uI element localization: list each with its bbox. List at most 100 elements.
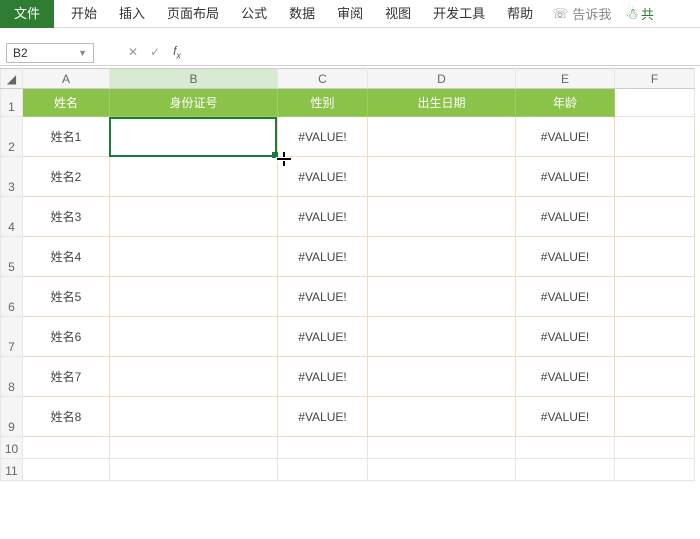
cell[interactable] [615, 237, 695, 277]
cancel-icon[interactable]: ✕ [122, 45, 144, 59]
row-header[interactable]: 11 [1, 459, 23, 481]
row-header[interactable]: 9 [1, 397, 23, 437]
cell[interactable] [368, 197, 516, 237]
cell[interactable] [368, 117, 516, 157]
tab-insert[interactable]: 插入 [108, 0, 156, 28]
cell[interactable]: #VALUE! [278, 157, 368, 197]
cell[interactable] [110, 357, 278, 397]
row-header[interactable]: 6 [1, 277, 23, 317]
cell[interactable]: #VALUE! [516, 197, 615, 237]
cell[interactable]: 姓名5 [23, 277, 110, 317]
cell[interactable]: #VALUE! [516, 397, 615, 437]
row-header[interactable]: 2 [1, 117, 23, 157]
cell[interactable] [615, 157, 695, 197]
cell[interactable]: #VALUE! [278, 317, 368, 357]
cell[interactable]: #VALUE! [516, 157, 615, 197]
row-header[interactable]: 3 [1, 157, 23, 197]
tell-me-label[interactable]: 告诉我 [572, 4, 611, 23]
cell[interactable]: #VALUE! [278, 117, 368, 157]
row-header[interactable]: 1 [1, 89, 23, 117]
row-header[interactable]: 10 [1, 437, 23, 459]
enter-icon[interactable]: ✓ [144, 45, 166, 59]
row-header[interactable]: 8 [1, 357, 23, 397]
cell[interactable] [278, 437, 368, 459]
cell[interactable] [110, 117, 278, 157]
cell[interactable] [368, 397, 516, 437]
cell[interactable]: #VALUE! [516, 277, 615, 317]
cell[interactable] [23, 459, 110, 481]
cell[interactable] [23, 437, 110, 459]
cell[interactable] [110, 397, 278, 437]
cell[interactable]: #VALUE! [516, 357, 615, 397]
tab-formulas[interactable]: 公式 [230, 0, 278, 28]
cell[interactable]: 姓名8 [23, 397, 110, 437]
tab-help[interactable]: 帮助 [496, 0, 544, 28]
cell[interactable]: 姓名3 [23, 197, 110, 237]
tab-review[interactable]: 审阅 [326, 0, 374, 28]
cell[interactable] [368, 277, 516, 317]
tab-page-layout[interactable]: 页面布局 [156, 0, 230, 28]
cell[interactable] [615, 397, 695, 437]
row-header[interactable]: 5 [1, 237, 23, 277]
cell[interactable] [615, 117, 695, 157]
cell[interactable] [110, 459, 278, 481]
header-name[interactable]: 姓名 [23, 89, 110, 117]
header-blank[interactable] [615, 89, 695, 117]
col-header-E[interactable]: E [516, 69, 615, 89]
tab-data[interactable]: 数据 [278, 0, 326, 28]
cell[interactable] [615, 317, 695, 357]
cell[interactable] [368, 317, 516, 357]
formula-input[interactable] [192, 43, 700, 63]
cell[interactable] [110, 317, 278, 357]
cell[interactable] [110, 237, 278, 277]
cell[interactable] [368, 357, 516, 397]
share-label[interactable]: 共 [641, 4, 654, 23]
col-header-F[interactable]: F [615, 69, 695, 89]
cell[interactable] [615, 459, 695, 481]
file-tab[interactable]: 文件 [0, 0, 54, 28]
cell[interactable]: #VALUE! [516, 317, 615, 357]
col-header-D[interactable]: D [368, 69, 516, 89]
cell[interactable]: #VALUE! [278, 357, 368, 397]
cell[interactable]: #VALUE! [516, 237, 615, 277]
col-header-B[interactable]: B [110, 69, 278, 89]
cell[interactable]: #VALUE! [278, 237, 368, 277]
col-header-A[interactable]: A [23, 69, 110, 89]
chevron-down-icon[interactable]: ▼ [78, 44, 87, 62]
name-box[interactable]: B2 ▼ [6, 43, 94, 63]
cell[interactable] [368, 459, 516, 481]
cell[interactable] [110, 197, 278, 237]
cell[interactable] [615, 197, 695, 237]
tab-home[interactable]: 开始 [60, 0, 108, 28]
cell[interactable]: 姓名2 [23, 157, 110, 197]
cell[interactable] [615, 277, 695, 317]
fx-icon[interactable]: fx [166, 44, 188, 60]
row-header[interactable]: 7 [1, 317, 23, 357]
select-all-corner[interactable]: ◢ [1, 69, 23, 89]
share-icon[interactable]: ☃ [625, 5, 638, 23]
cell[interactable]: #VALUE! [278, 277, 368, 317]
cell[interactable]: 姓名4 [23, 237, 110, 277]
cell[interactable] [516, 459, 615, 481]
col-header-C[interactable]: C [278, 69, 368, 89]
cell[interactable] [368, 237, 516, 277]
cell[interactable] [110, 277, 278, 317]
cell[interactable] [615, 437, 695, 459]
cell[interactable]: #VALUE! [516, 117, 615, 157]
cell[interactable]: 姓名1 [23, 117, 110, 157]
header-id[interactable]: 身份证号 [110, 89, 278, 117]
cell[interactable]: #VALUE! [278, 397, 368, 437]
row-header[interactable]: 4 [1, 197, 23, 237]
cell[interactable] [368, 437, 516, 459]
header-sex[interactable]: 性别 [278, 89, 368, 117]
cell[interactable]: #VALUE! [278, 197, 368, 237]
header-age[interactable]: 年龄 [516, 89, 615, 117]
cell[interactable] [278, 459, 368, 481]
header-dob[interactable]: 出生日期 [368, 89, 516, 117]
cell[interactable] [516, 437, 615, 459]
cell[interactable] [615, 357, 695, 397]
cell[interactable] [110, 157, 278, 197]
spreadsheet-grid[interactable]: ◢ A B C D E F 1 姓名 身份证号 性别 出生日期 年龄 2姓名1 #… [0, 68, 695, 481]
cell[interactable] [368, 157, 516, 197]
tab-developer[interactable]: 开发工具 [422, 0, 496, 28]
